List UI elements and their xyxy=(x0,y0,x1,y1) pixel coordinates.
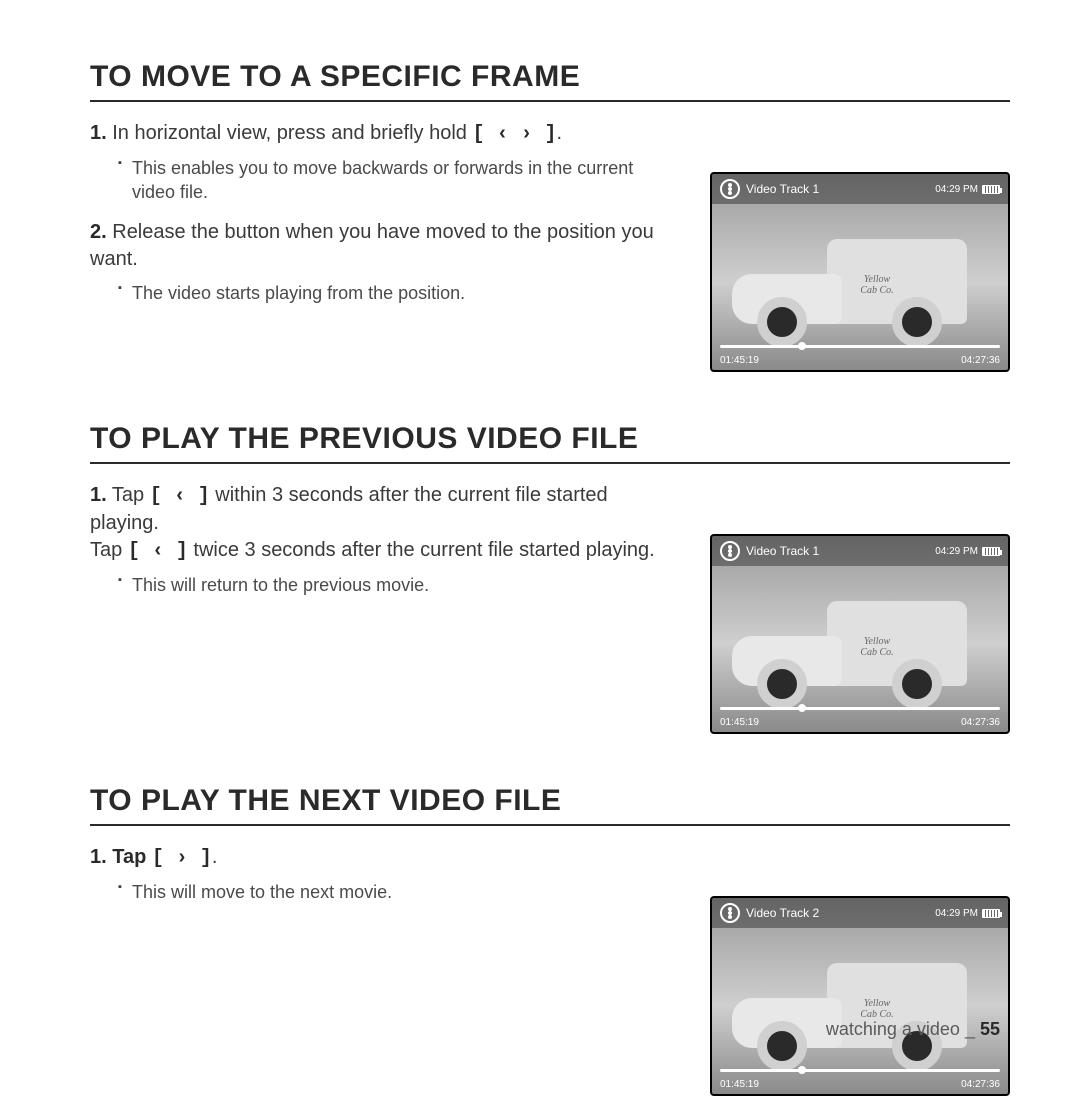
battery-icon xyxy=(982,185,1000,194)
bullet-group: This will move to the next movie. xyxy=(90,880,680,904)
key-right: [ › ] xyxy=(152,847,212,870)
elapsed-time: 01:45:19 xyxy=(720,355,759,366)
step-text-4: twice 3 seconds after the current file s… xyxy=(188,539,655,561)
bullet-group: The video starts playing from the positi… xyxy=(90,281,680,305)
step-num: 1. xyxy=(90,484,107,506)
step-1: 1. In horizontal view, press and briefly… xyxy=(90,120,680,148)
page-footer: watching a video _ 55 xyxy=(826,1019,1000,1040)
time-row: 01:45:19 04:27:36 xyxy=(720,717,1000,728)
section-heading-next-video: TO PLAY THE NEXT VIDEO FILE xyxy=(90,784,1010,818)
step-1: 1. Tap [ ‹ ] within 3 seconds after the … xyxy=(90,482,680,565)
time-row: 01:45:19 04:27:36 xyxy=(720,1079,1000,1090)
door-text-1: Yellow xyxy=(864,274,890,285)
progress-bar xyxy=(720,1069,1000,1072)
step-text-end: . xyxy=(556,122,562,144)
battery-icon xyxy=(982,547,1000,556)
battery-icon xyxy=(982,909,1000,918)
clock-label: 04:29 PM xyxy=(935,546,978,557)
door-text-1: Yellow xyxy=(864,998,890,1009)
section-text: 1. Tap [ ‹ ] within 3 seconds after the … xyxy=(90,482,710,611)
heading-rule xyxy=(90,824,1010,826)
bullet: This will move to the next movie. xyxy=(118,880,680,904)
step-text-end: . xyxy=(212,846,218,868)
step-text-3: Tap xyxy=(90,539,128,561)
film-reel-icon xyxy=(720,541,740,561)
time-row: 01:45:19 04:27:36 xyxy=(720,355,1000,366)
bullet: This enables you to move backwards or fo… xyxy=(118,156,680,205)
step-num: 1. xyxy=(90,846,107,868)
key-left: [ ‹ ] xyxy=(150,485,210,508)
screen-statusbar: Video Track 1 04:29 PM xyxy=(712,536,1008,566)
video-track-label: Video Track 1 xyxy=(746,182,819,196)
clock-label: 04:29 PM xyxy=(935,184,978,195)
car-illustration: YellowCab Co. xyxy=(732,963,982,1058)
step-text: Tap xyxy=(107,484,150,506)
screen-statusbar: Video Track 2 04:29 PM xyxy=(712,898,1008,928)
bullet: This will return to the previous movie. xyxy=(118,573,680,597)
bullet: The video starts playing from the positi… xyxy=(118,281,680,305)
step-text: In horizontal view, press and briefly ho… xyxy=(107,122,473,144)
footer-label: watching a video _ xyxy=(826,1019,980,1039)
door-text-2: Cab Co. xyxy=(860,285,893,296)
heading-rule xyxy=(90,462,1010,464)
step-1: 1. Tap [ › ]. xyxy=(90,844,680,872)
step-text: Tap xyxy=(107,846,152,868)
video-preview-3: Video Track 2 04:29 PM YellowCab Co. 01:… xyxy=(710,896,1010,1096)
video-track-label: Video Track 1 xyxy=(746,544,819,558)
heading-rule xyxy=(90,100,1010,102)
section-heading-move-frame: TO MOVE TO A SPECIFIC FRAME xyxy=(90,60,1010,94)
step-num: 1. xyxy=(90,122,107,144)
step-text: Release the button when you have moved t… xyxy=(90,221,654,270)
video-track-label: Video Track 2 xyxy=(746,906,819,920)
total-time: 04:27:36 xyxy=(961,355,1000,366)
bullet-group: This will return to the previous movie. xyxy=(90,573,680,597)
section-next-video: 1. Tap [ › ]. This will move to the next… xyxy=(90,844,1010,1096)
door-text-2: Cab Co. xyxy=(860,647,893,658)
clock-label: 04:29 PM xyxy=(935,908,978,919)
bullet-group: This enables you to move backwards or fo… xyxy=(90,156,680,205)
film-reel-icon xyxy=(720,903,740,923)
video-preview-2: Video Track 1 04:29 PM YellowCab Co. 01:… xyxy=(710,534,1010,734)
film-reel-icon xyxy=(720,179,740,199)
section-text: 1. In horizontal view, press and briefly… xyxy=(90,120,710,319)
section-move-frame: 1. In horizontal view, press and briefly… xyxy=(90,120,1010,372)
elapsed-time: 01:45:19 xyxy=(720,717,759,728)
car-illustration: YellowCab Co. xyxy=(732,601,982,696)
door-text-1: Yellow xyxy=(864,636,890,647)
video-preview-1: Video Track 1 04:29 PM YellowCab Co. 01:… xyxy=(710,172,1010,372)
step-num: 2. xyxy=(90,221,107,243)
total-time: 04:27:36 xyxy=(961,1079,1000,1090)
key-left-right: [ ‹ › ] xyxy=(472,123,556,146)
section-prev-video: 1. Tap [ ‹ ] within 3 seconds after the … xyxy=(90,482,1010,734)
section-heading-prev-video: TO PLAY THE PREVIOUS VIDEO FILE xyxy=(90,422,1010,456)
step-2: 2. Release the button when you have move… xyxy=(90,219,680,273)
car-illustration: YellowCab Co. xyxy=(732,239,982,334)
section-text: 1. Tap [ › ]. This will move to the next… xyxy=(90,844,710,918)
elapsed-time: 01:45:19 xyxy=(720,1079,759,1090)
page-number: 55 xyxy=(980,1019,1000,1039)
progress-bar xyxy=(720,707,1000,710)
progress-bar xyxy=(720,345,1000,348)
key-left-2: [ ‹ ] xyxy=(128,540,188,563)
screen-statusbar: Video Track 1 04:29 PM xyxy=(712,174,1008,204)
total-time: 04:27:36 xyxy=(961,717,1000,728)
